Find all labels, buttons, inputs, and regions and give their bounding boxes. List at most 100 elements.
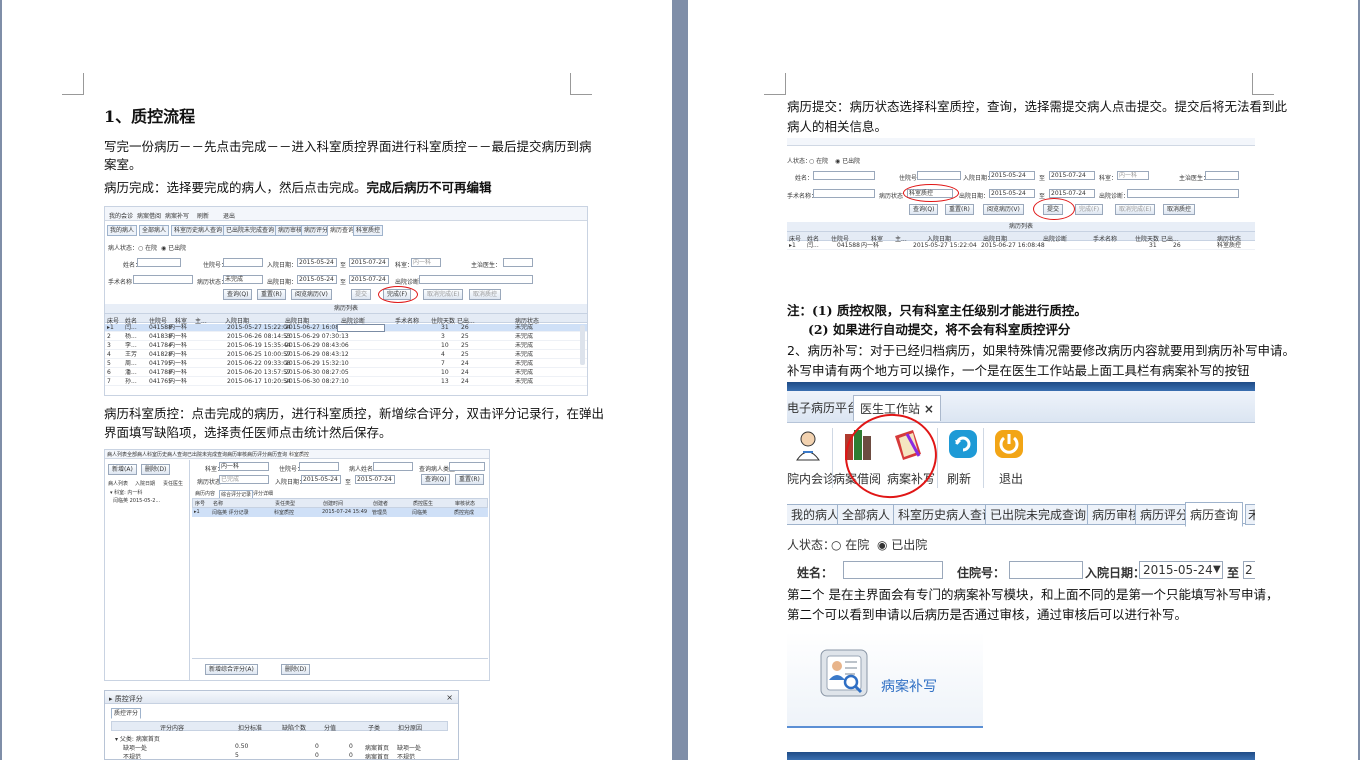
date-from-input[interactable]: 2015-05-24 <box>1139 561 1223 579</box>
tab[interactable]: 我的病人 <box>107 225 138 236</box>
tab-overflow[interactable]: 禾 <box>1245 504 1255 525</box>
close-icon[interactable]: × <box>446 693 453 702</box>
submit-button[interactable]: 提交 <box>351 289 372 300</box>
radio-in[interactable]: ○ 在院 <box>138 243 157 252</box>
record-status-select[interactable]: 未完成 <box>223 275 263 284</box>
cancel-complete-button[interactable]: 取消完成(E) <box>1115 204 1156 215</box>
diag-select[interactable] <box>1127 189 1239 198</box>
icon-label[interactable]: 退出 <box>999 470 1023 487</box>
table-row[interactable]: 7 孙... 041765 内一科 2015-06-17 10:20:54 2015-06… <box>105 378 587 386</box>
discharge-to-input[interactable]: 2015-07-24 <box>1049 189 1095 198</box>
icon-label[interactable]: 院内会诊 <box>787 470 835 487</box>
splitter[interactable] <box>189 460 190 680</box>
grid-row[interactable]: 缺项一处 0.50 0 0 病案首页 缺项一处 <box>111 743 448 752</box>
tab[interactable]: 责任医生 <box>163 480 183 487</box>
query-button[interactable]: 查询(Q) <box>421 474 451 485</box>
menu-item[interactable]: 病案补写 <box>165 211 189 220</box>
delete-score-button[interactable]: 删除(D) <box>281 664 311 675</box>
tab[interactable]: 我的病人 <box>787 504 845 525</box>
reset-button[interactable]: 重置(R) <box>257 289 286 300</box>
cancel-qc-button[interactable]: 取消质控 <box>469 289 502 300</box>
cancel-qc-button[interactable]: 取消质控 <box>1163 204 1196 215</box>
date-to-input[interactable]: 2015-07-24 <box>349 258 389 267</box>
tab[interactable]: 全部病人 <box>139 225 170 236</box>
tab-active[interactable]: 质控评分 <box>111 708 142 719</box>
date-to-input[interactable]: 2015-07-24 <box>1049 171 1095 180</box>
tab[interactable]: 病历评分 <box>247 451 267 458</box>
query-button[interactable]: 查询(Q) <box>909 204 939 215</box>
grid-row[interactable]: ▸1 闫临英 评分记录 科室质控 2015-07-24 15:49 管理员 闫临… <box>192 508 488 517</box>
complete-button[interactable]: 完成(F) <box>1075 204 1104 215</box>
name-input[interactable] <box>813 171 875 180</box>
discharge-from-input[interactable]: 2015-05-24 <box>989 189 1035 198</box>
tab[interactable]: 科室质控 <box>353 225 384 236</box>
tab-active[interactable]: 科室质控 <box>289 451 310 458</box>
status-select[interactable]: 已完成 <box>219 475 269 484</box>
tab[interactable]: 科室历史病人查询 <box>893 504 1000 525</box>
tab-active[interactable]: 病历查询 <box>1185 502 1244 527</box>
table-row[interactable]: 5 周... 041795 内一科 2015-06-22 09:33:08 2015-06… <box>105 360 587 368</box>
radio-out[interactable]: ◉ 已出院 <box>161 243 186 252</box>
tab[interactable]: 科室历史病人查询 <box>171 225 226 236</box>
name-input[interactable] <box>137 258 181 267</box>
cancel-complete-button[interactable]: 取消完成(E) <box>423 289 464 300</box>
icon-label[interactable]: 刷新 <box>947 470 971 487</box>
discharge-to-input[interactable]: 2015-07-24 <box>349 275 389 284</box>
tab[interactable]: 科室历史病人查询 <box>147 451 187 458</box>
tab[interactable]: 评分详细 <box>253 490 273 497</box>
reset-button[interactable]: 重置(R) <box>945 204 974 215</box>
menu-item[interactable]: 我的会诊 <box>109 211 133 220</box>
add-score-button[interactable]: 新增综合评分(A) <box>205 664 258 675</box>
hosp-input[interactable] <box>1009 561 1083 579</box>
scrollbar[interactable] <box>580 325 585 365</box>
query-button[interactable]: 查询(Q) <box>223 289 253 300</box>
hosp-input[interactable] <box>223 258 263 267</box>
doctor-select[interactable] <box>503 258 533 267</box>
reset-button[interactable]: 重置(R) <box>455 474 484 485</box>
tab[interactable]: 已出院未完成查询 <box>223 225 278 236</box>
menu-item[interactable]: 病案借阅 <box>137 211 161 220</box>
tab[interactable]: 病历审核 <box>227 451 247 458</box>
date-from-input[interactable]: 2015-05-24 <box>989 171 1035 180</box>
tree-node[interactable]: ▾ 科室: 内一科 <box>110 489 142 496</box>
dept-select[interactable]: 内一科 <box>219 462 269 471</box>
menu-item[interactable]: 退出 <box>223 211 235 220</box>
table-row[interactable]: 2 杨... 041838 内一科 2015-06-26 08:14:53 2015-06… <box>105 333 587 341</box>
chevron-down-icon[interactable]: ▼ <box>1213 564 1221 575</box>
tab[interactable]: 病人列表 <box>108 480 128 487</box>
hosp-input[interactable] <box>299 462 339 471</box>
record-supplement-icon[interactable] <box>819 648 869 698</box>
tab[interactable]: 已出院未完成查询 <box>985 504 1092 525</box>
tab[interactable]: 病历查询 <box>267 451 287 458</box>
view-record-button[interactable]: 阅览病历(V) <box>291 289 332 300</box>
table-row[interactable]: ▸1 闫... 041588 内一科 2015-05-27 15:22:04 2… <box>787 242 1255 250</box>
consult-icon[interactable] <box>793 430 823 462</box>
tab[interactable]: 全部病人 <box>127 451 147 458</box>
module-label[interactable]: 病案补写 <box>881 676 937 696</box>
refresh-icon[interactable] <box>947 428 979 460</box>
radio-out[interactable]: ◉ 已出院 <box>877 536 927 553</box>
group-row[interactable]: ▾ 父类: 病案首页 <box>115 734 160 743</box>
cell-editor[interactable] <box>337 324 385 332</box>
delete-button[interactable]: 删除(D) <box>141 464 171 475</box>
grid-row[interactable]: 不规范 5 0 0 病案首页 不规范 <box>111 752 448 759</box>
radio-in[interactable]: ○ 在院 <box>809 156 828 165</box>
name-input[interactable] <box>843 561 943 579</box>
discharge-from-input[interactable]: 2015-05-24 <box>297 275 337 284</box>
diag-select[interactable] <box>419 275 533 284</box>
date-from-input[interactable]: 2015-05-24 <box>301 475 341 484</box>
date-to-input[interactable]: 2 <box>1243 561 1255 579</box>
radio-in[interactable]: ○ 在院 <box>831 536 869 553</box>
tab[interactable]: 病历内容 <box>195 490 215 497</box>
exit-icon[interactable] <box>993 428 1025 460</box>
surgery-select[interactable] <box>133 275 193 284</box>
doctor-select[interactable] <box>1205 171 1239 180</box>
menu-item[interactable]: 刷新 <box>197 211 209 220</box>
table-row[interactable]: 4 王芳 041828 内一科 2015-06-25 10:00:57 2015-06-2… <box>105 351 587 359</box>
tree-item[interactable]: 闫临英 2015-05-2... <box>113 497 160 504</box>
dept-select[interactable]: 内一科 <box>411 258 441 267</box>
table-row[interactable]: 3 李... 041784 内一科 2015-06-19 15:35:44 2015-06… <box>105 342 587 350</box>
tab[interactable]: 已出院未完成查询 <box>187 451 227 458</box>
close-icon[interactable]: × <box>924 402 934 416</box>
date-from-input[interactable]: 2015-05-24 <box>297 258 337 267</box>
